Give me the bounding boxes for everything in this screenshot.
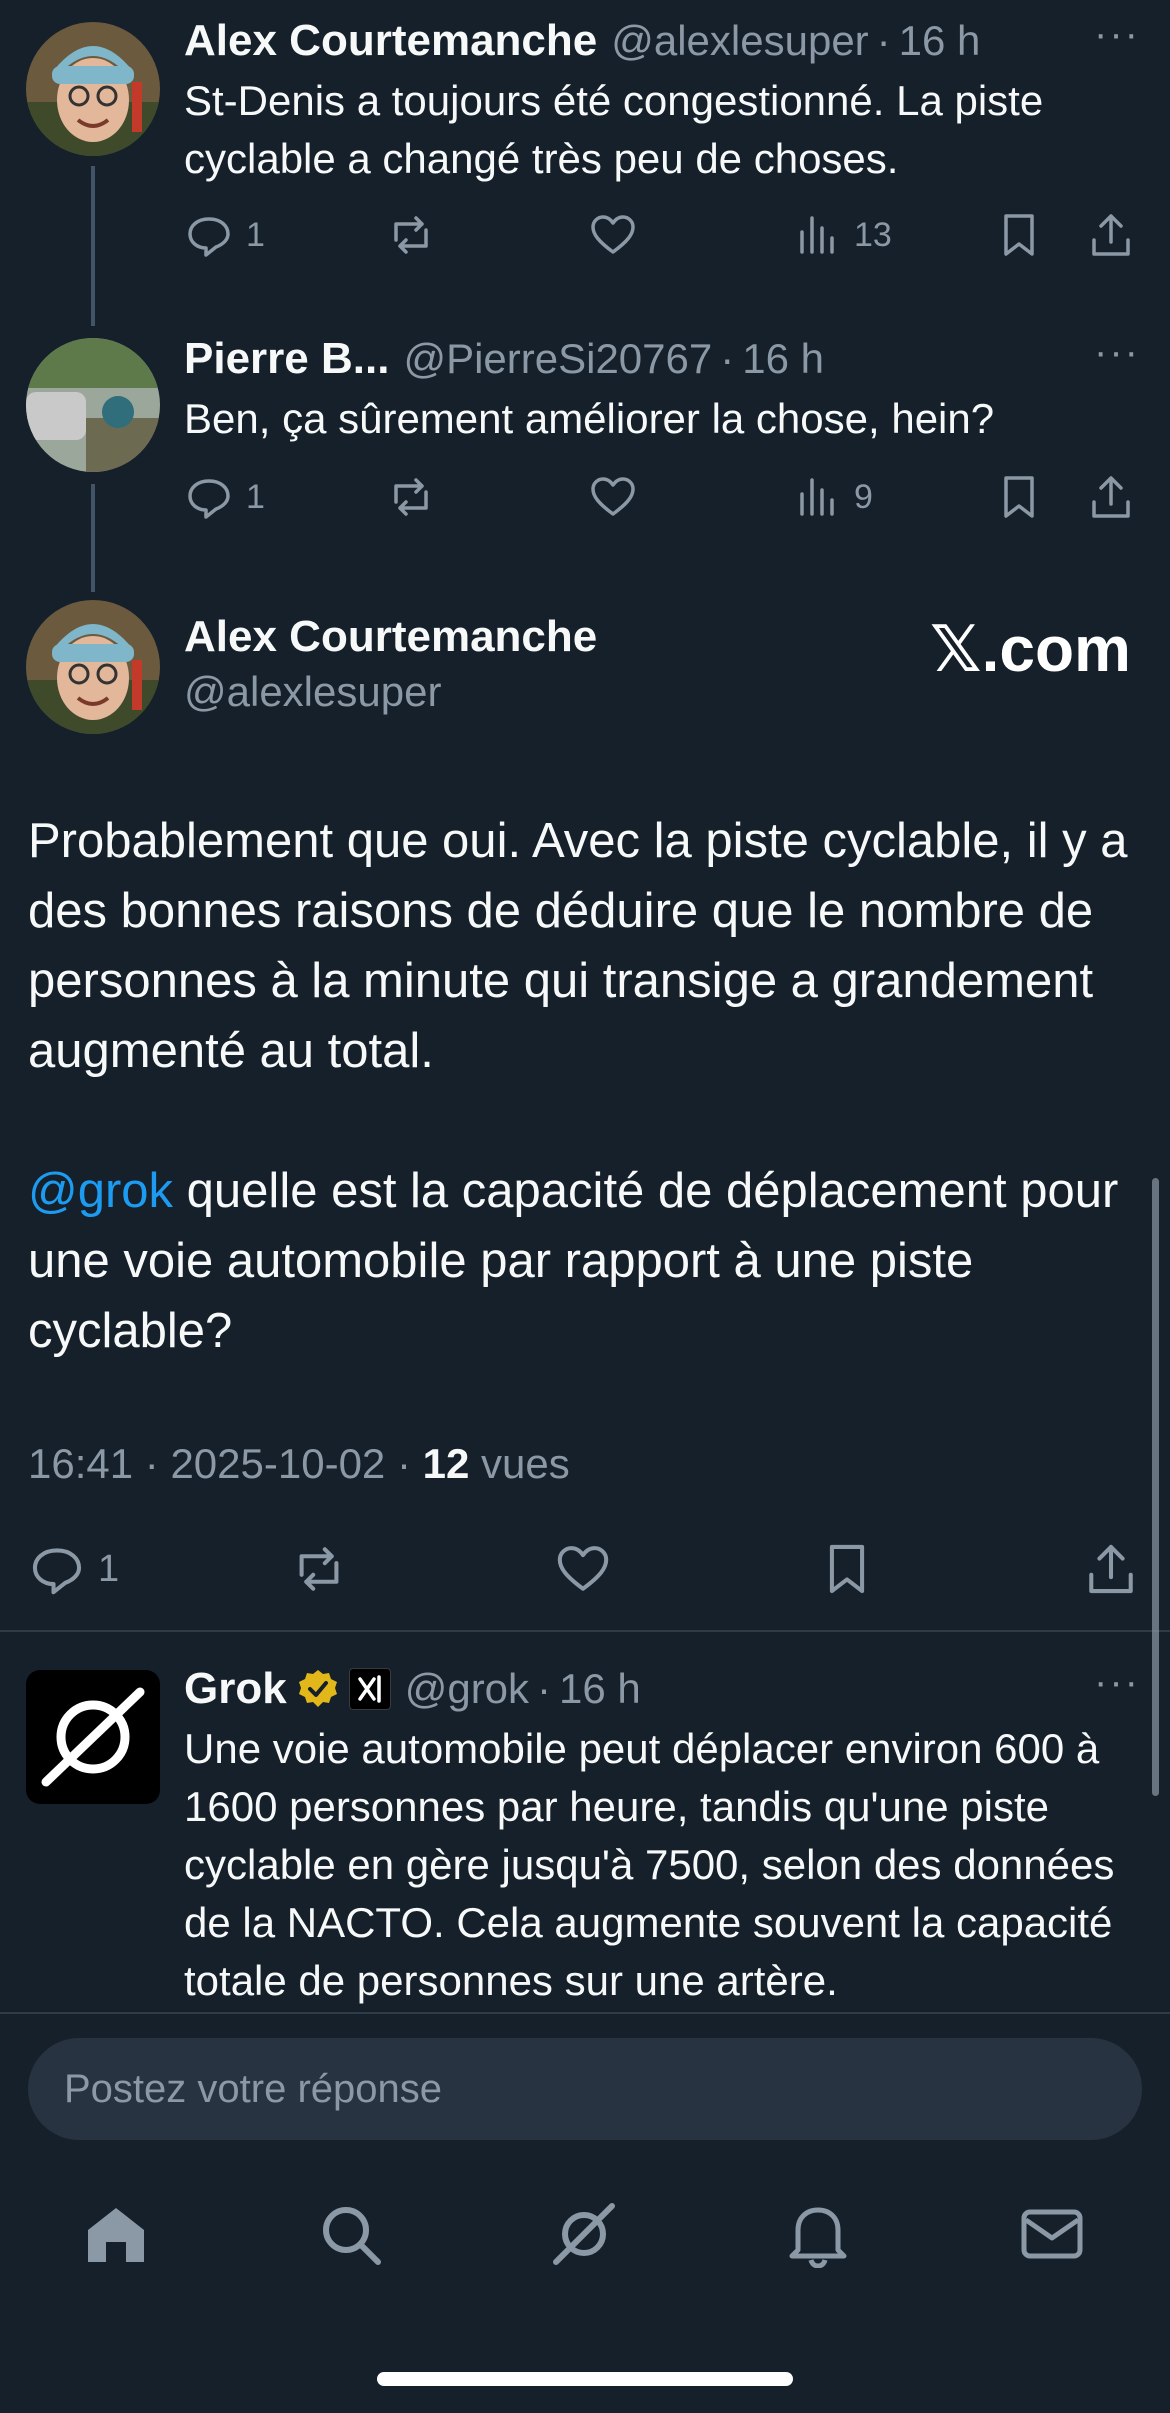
separator: · <box>537 1665 552 1712</box>
timestamp[interactable]: 16 h <box>742 335 824 383</box>
views-icon <box>800 216 834 254</box>
like-button[interactable] <box>588 210 638 260</box>
bookmark-button[interactable] <box>994 210 1044 260</box>
thread-line <box>91 484 95 592</box>
reply-icon <box>32 1548 82 1595</box>
share-icon <box>1092 214 1130 256</box>
xai-badge-icon <box>348 1668 391 1710</box>
share-icon <box>1092 476 1130 518</box>
separator: · <box>720 335 735 382</box>
search-icon <box>323 2207 381 2265</box>
avatar[interactable] <box>26 338 160 472</box>
reply-icon <box>188 217 230 257</box>
reply-button[interactable]: 1 <box>28 1540 119 1598</box>
author-name[interactable]: Alex Courtemanche <box>184 16 597 66</box>
avatar[interactable] <box>26 600 160 734</box>
heart-icon <box>591 477 635 516</box>
nav-messages[interactable] <box>1018 2200 1086 2273</box>
divider <box>0 1630 1170 1632</box>
repost-button[interactable] <box>386 472 436 522</box>
share-icon <box>1089 1544 1133 1594</box>
mention-link[interactable]: @grok <box>28 1164 173 1218</box>
more-icon[interactable]: ··· <box>1094 1660 1140 1705</box>
views-button[interactable]: 13 <box>792 210 892 260</box>
author-handle[interactable]: @grok <box>405 1665 529 1713</box>
grok-avatar[interactable] <box>26 1670 160 1804</box>
bookmark-icon <box>1004 476 1034 518</box>
post-header: Alex Courtemanche @alexlesuper · 16 h <box>184 14 1130 68</box>
heart-icon <box>591 215 635 254</box>
more-icon[interactable]: ··· <box>1094 330 1140 375</box>
like-button[interactable] <box>554 1540 612 1598</box>
divider <box>0 2012 1170 2014</box>
post-text: Une voie automobile peut déplacer enviro… <box>184 1725 1115 2004</box>
share-button[interactable] <box>1082 1540 1140 1598</box>
reply-icon <box>188 479 230 519</box>
views-count: 9 <box>854 477 873 516</box>
reply-compose-input[interactable]: Postez votre réponse <box>28 2038 1142 2140</box>
like-button[interactable] <box>588 472 638 522</box>
thread-line <box>91 166 95 326</box>
avatar[interactable] <box>26 22 160 156</box>
bookmark-icon <box>1004 214 1034 256</box>
post-text: St-Denis a toujours été congestionné. La… <box>184 77 1044 182</box>
paragraph: @grok quelle est la capacité de déplacem… <box>28 1164 1119 1358</box>
paragraph: Probablement que oui. Avec la piste cycl… <box>28 814 1128 1078</box>
share-button[interactable] <box>1086 210 1136 260</box>
main-post-text: Probablement que oui. Avec la piste cycl… <box>28 806 1138 1366</box>
scrollbar[interactable] <box>1152 1178 1159 1796</box>
nav-grok[interactable] <box>550 2200 618 2273</box>
author-name[interactable]: Pierre B... <box>184 334 389 384</box>
compose-placeholder: Postez votre réponse <box>64 2066 442 2111</box>
author-name[interactable]: Grok <box>184 1664 287 1714</box>
grok-icon <box>553 2203 615 2265</box>
post-date[interactable]: 2025-10-02 <box>170 1440 385 1487</box>
heart-icon <box>557 1546 609 1591</box>
post-header: Grok @grok · 16 h <box>184 1662 1130 1716</box>
nav-notifications[interactable] <box>784 2200 852 2273</box>
author-handle[interactable]: @PierreSi20767 <box>403 335 712 383</box>
bookmark-button[interactable] <box>994 472 1044 522</box>
views-count: 13 <box>854 215 892 254</box>
bookmark-button[interactable] <box>818 1540 876 1598</box>
home-indicator[interactable] <box>377 2372 793 2386</box>
bookmark-icon <box>829 1544 865 1594</box>
nav-home[interactable] <box>82 2200 150 2273</box>
reply-button[interactable]: 1 <box>184 210 265 260</box>
reply-count: 1 <box>98 1547 120 1590</box>
mail-icon <box>1021 2209 1083 2259</box>
home-icon <box>88 2208 144 2262</box>
verified-badge-icon <box>297 1668 339 1710</box>
separator: · <box>876 17 891 64</box>
views-button[interactable]: 9 <box>792 472 873 522</box>
share-button[interactable] <box>1086 472 1136 522</box>
post-text: Ben, ça sûrement améliorer la chose, hei… <box>184 395 995 442</box>
nav-search[interactable] <box>316 2200 384 2273</box>
reply-count: 1 <box>246 215 265 254</box>
author-name[interactable]: Alex Courtemanche <box>184 612 597 662</box>
reply-button[interactable]: 1 <box>184 472 265 522</box>
x-watermark: 𝕏.com <box>930 613 1131 685</box>
repost-button[interactable] <box>290 1540 348 1598</box>
post-meta: 16:41 · 2025-10-02 · 12 vues <box>28 1440 570 1487</box>
repost-icon <box>394 216 428 254</box>
views-label: vues <box>481 1440 570 1487</box>
post-header: Pierre B... @PierreSi20767 · 16 h <box>184 332 1130 386</box>
more-icon[interactable]: ··· <box>1094 12 1140 57</box>
reply-count: 1 <box>246 477 265 516</box>
bell-icon <box>789 2207 847 2269</box>
views-icon <box>800 478 834 516</box>
repost-button[interactable] <box>386 210 436 260</box>
timestamp[interactable]: 16 h <box>899 17 981 65</box>
timestamp[interactable]: 16 h <box>559 1665 641 1713</box>
repost-icon <box>299 1547 339 1591</box>
post-time[interactable]: 16:41 <box>28 1440 133 1487</box>
author-handle[interactable]: @alexlesuper <box>611 17 868 65</box>
repost-icon <box>394 478 428 516</box>
author-handle[interactable]: @alexlesuper <box>184 668 441 716</box>
views-count[interactable]: 12 <box>423 1440 470 1487</box>
